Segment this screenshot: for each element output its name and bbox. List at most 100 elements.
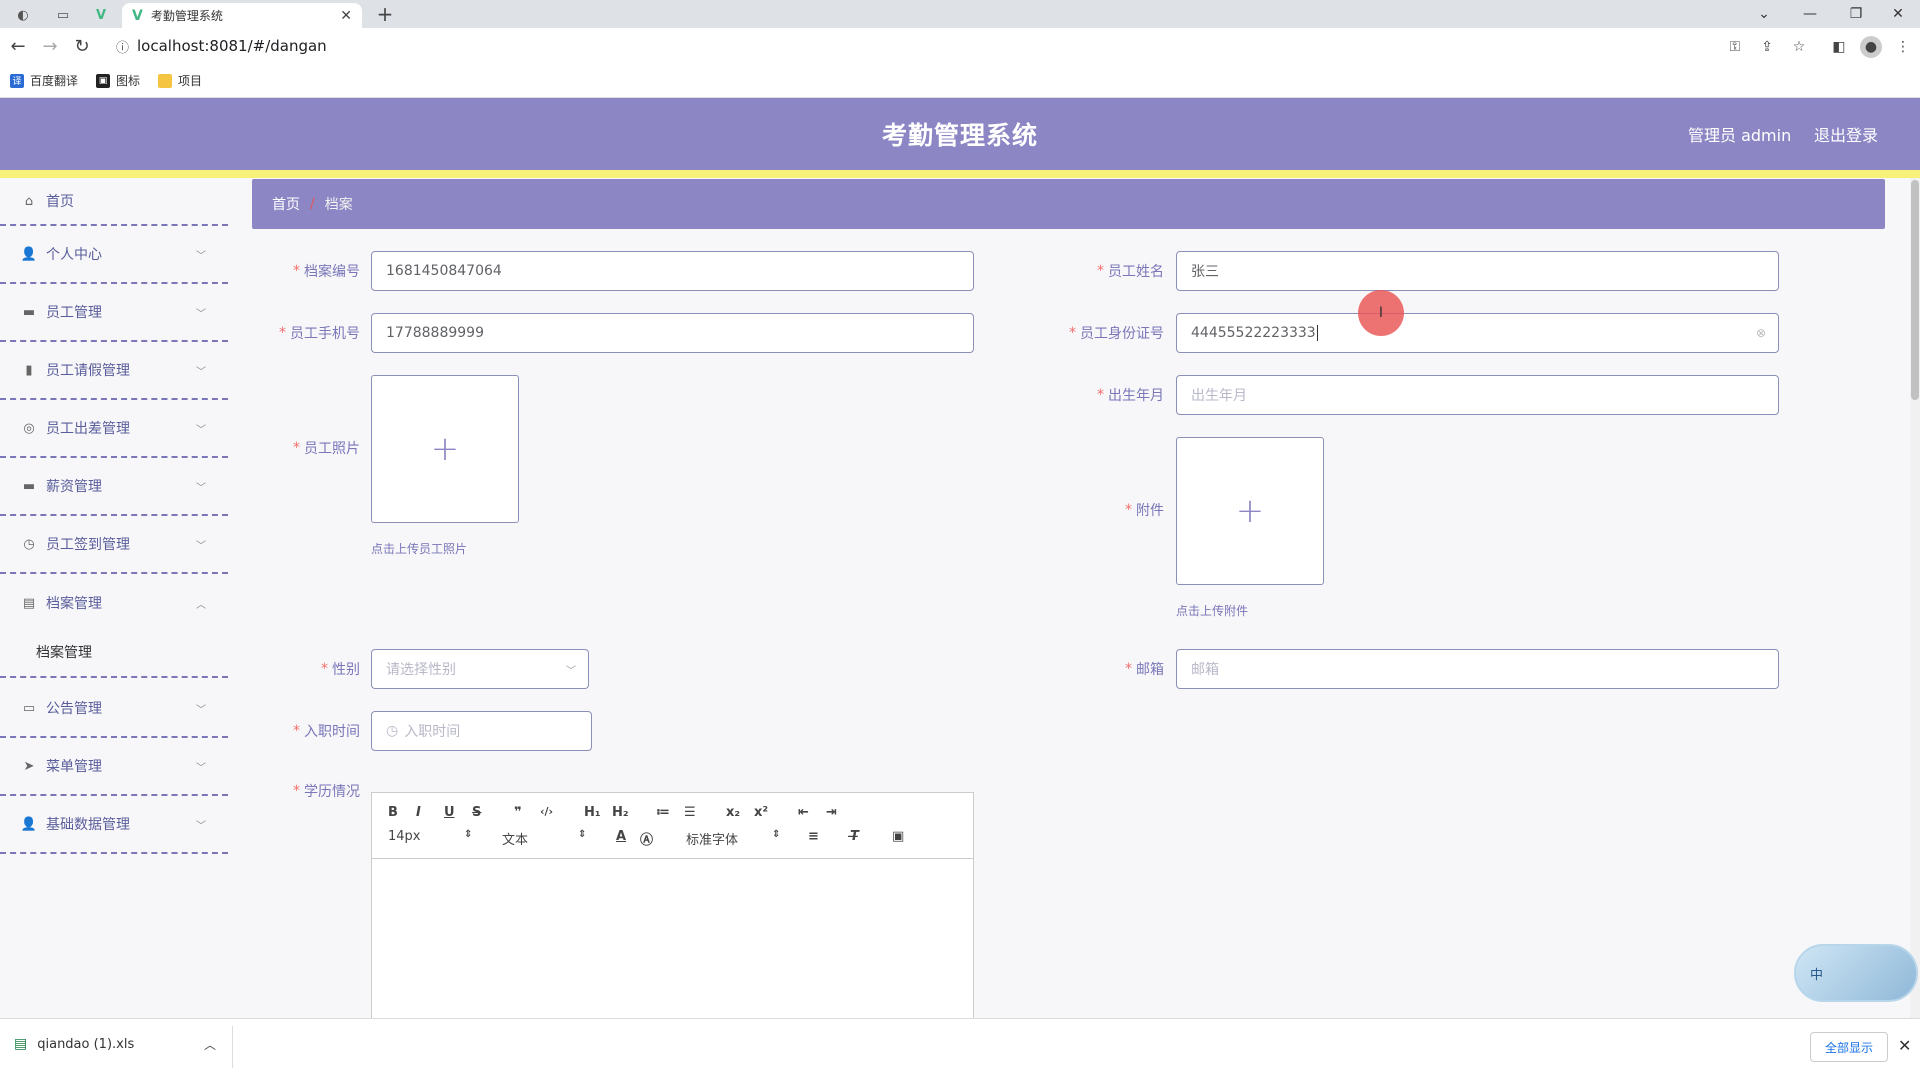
- sidebar-item-label: 菜单管理: [46, 759, 102, 775]
- gender-select[interactable]: 请选择性别 ﹀: [371, 649, 589, 689]
- active-browser-tab[interactable]: V 考勤管理系统 ✕: [122, 3, 362, 28]
- sidebar-item-label: 员工出差管理: [46, 421, 130, 437]
- text-color-button[interactable]: A: [616, 829, 626, 844]
- pinned-tab-icon[interactable]: ▭: [46, 3, 80, 27]
- minimize-button[interactable]: —: [1788, 0, 1832, 28]
- share-icon[interactable]: ⇪: [1756, 36, 1778, 58]
- indent-button[interactable]: ⇥: [826, 805, 837, 820]
- underline-button[interactable]: U: [444, 805, 455, 820]
- breadcrumb-home[interactable]: 首页: [272, 194, 300, 214]
- italic-button[interactable]: I: [416, 805, 421, 820]
- clear-icon[interactable]: ⊗: [1756, 326, 1766, 340]
- sidebar-subitem-archive-management[interactable]: 档案管理: [0, 628, 228, 678]
- tab-search-icon[interactable]: ⌄: [1742, 0, 1786, 28]
- superscript-button[interactable]: x²: [754, 805, 768, 820]
- sidebar-item-base-data[interactable]: 👤 基础数据管理 ﹀: [0, 796, 228, 854]
- info-icon[interactable]: ⓘ: [116, 37, 129, 56]
- sidebar-item-salary[interactable]: ▬ 薪资管理 ﹀: [0, 458, 228, 516]
- sidebar-subitem-label: 档案管理: [36, 645, 92, 661]
- side-panel-icon[interactable]: ◧: [1828, 36, 1850, 58]
- bullet-list-button[interactable]: ☰: [684, 805, 696, 820]
- editor-content-area[interactable]: [372, 859, 973, 1019]
- email-input[interactable]: 邮箱: [1176, 649, 1779, 689]
- show-all-downloads-button[interactable]: 全部显示: [1810, 1032, 1889, 1062]
- profile-avatar[interactable]: ●: [1860, 36, 1882, 58]
- pinned-tab-icon[interactable]: ◐: [6, 3, 40, 27]
- bold-button[interactable]: B: [388, 805, 398, 820]
- plus-icon: +: [430, 429, 460, 469]
- chevron-down-icon: ﹀: [196, 762, 206, 774]
- font-family-select[interactable]: 标准字体: [686, 829, 738, 848]
- url-field[interactable]: ⓘ localhost:8081/#/dangan: [108, 32, 1858, 60]
- employee-phone-input[interactable]: 17788889999: [371, 313, 974, 353]
- sidebar-item-notice[interactable]: ▭ 公告管理 ﹀: [0, 680, 228, 738]
- archive-no-input[interactable]: 1681450847064: [371, 251, 974, 291]
- new-tab-button[interactable]: +: [372, 2, 398, 26]
- background-color-button[interactable]: Ⓐ: [640, 829, 653, 848]
- strike-button[interactable]: S: [472, 805, 481, 820]
- sidebar-item-home[interactable]: ⌂ 首页: [0, 178, 228, 226]
- key-icon[interactable]: ⚿: [1724, 36, 1746, 58]
- education-rich-text-editor[interactable]: B I U S ❞ ‹/› H₁ H₂ ≔ ☰ x₂ x² ⇤ ⇥ 14px ⇕…: [371, 792, 974, 1022]
- attachment-upload[interactable]: +: [1176, 437, 1324, 585]
- ordered-list-button[interactable]: ≔: [656, 805, 670, 820]
- forward-icon[interactable]: →: [38, 34, 62, 58]
- tab-title: 考勤管理系统: [150, 9, 223, 23]
- employee-photo-tip: 点击上传员工照片: [371, 542, 468, 556]
- image-icon: ▣: [96, 73, 111, 88]
- clear-format-button[interactable]: T̶: [850, 829, 859, 844]
- monitor-icon: ▭: [22, 700, 36, 716]
- employee-id-card-input[interactable]: 44455522223333 ⊗: [1176, 313, 1779, 353]
- restore-button[interactable]: ❐: [1834, 0, 1878, 28]
- align-button[interactable]: ≡: [808, 829, 819, 844]
- hire-date-picker[interactable]: ◷ 入职时间: [371, 711, 592, 751]
- close-tab-icon[interactable]: ✕: [340, 8, 352, 24]
- close-window-button[interactable]: ✕: [1876, 0, 1920, 28]
- more-menu-icon[interactable]: ⋮: [1892, 36, 1914, 58]
- font-size-select[interactable]: 14px: [388, 829, 421, 844]
- sidebar-item-checkin[interactable]: ◷ 员工签到管理 ﹀: [0, 516, 228, 574]
- chevron-up-icon: ︿: [196, 599, 206, 611]
- bookmarks-bar: 译 百度翻译 ▣ 图标 项目: [0, 64, 1920, 98]
- blockquote-button[interactable]: ❞: [514, 805, 522, 820]
- bookmark-item[interactable]: 译 百度翻译: [10, 72, 78, 89]
- outdent-button[interactable]: ⇤: [798, 805, 809, 820]
- reload-icon[interactable]: ↻: [70, 34, 94, 58]
- bookmark-label: 图标: [116, 74, 141, 88]
- chevron-up-icon[interactable]: ︿: [204, 1036, 216, 1053]
- heading-select[interactable]: 文本: [502, 829, 528, 848]
- image-insert-button[interactable]: ▣: [892, 829, 904, 844]
- download-divider: [232, 1026, 233, 1068]
- logout-link[interactable]: 退出登录: [1814, 122, 1878, 146]
- bookmark-item[interactable]: ▣ 图标: [96, 72, 140, 89]
- employee-name-input[interactable]: 张三: [1176, 251, 1779, 291]
- attachment-label: * 附件: [1125, 502, 1164, 519]
- employee-photo-upload[interactable]: +: [371, 375, 519, 523]
- sidebar-item-employee[interactable]: ▬ 员工管理 ﹀: [0, 284, 228, 342]
- star-icon[interactable]: ☆: [1788, 36, 1810, 58]
- chevron-down-icon: ﹀: [196, 308, 206, 320]
- ime-mascot-widget[interactable]: 中: [1794, 944, 1918, 1002]
- sidebar-item-menu[interactable]: ➤ 菜单管理 ﹀: [0, 738, 228, 796]
- bookmark-item[interactable]: 项目: [158, 72, 202, 89]
- sidebar-item-archive[interactable]: ▤ 档案管理 ︿: [0, 574, 228, 632]
- close-download-bar-icon[interactable]: ✕: [1898, 1036, 1911, 1055]
- header1-button[interactable]: H₁: [584, 805, 601, 820]
- subscript-button[interactable]: x₂: [726, 805, 740, 820]
- download-item[interactable]: ▤ qiandao (1).xls: [14, 1036, 134, 1052]
- sidebar-item-business-trip[interactable]: ◎ 员工出差管理 ﹀: [0, 400, 228, 458]
- text-caret: [1316, 325, 1318, 341]
- breadcrumb-current: 档案: [324, 197, 353, 213]
- birth-month-input[interactable]: 出生年月: [1176, 375, 1779, 415]
- globe-icon: ◎: [23, 420, 35, 436]
- ime-mode-label: 中: [1810, 967, 1824, 983]
- back-icon[interactable]: ←: [6, 34, 30, 58]
- sidebar-item-label: 员工请假管理: [46, 363, 130, 379]
- scrollbar-thumb[interactable]: [1911, 180, 1919, 400]
- archive-no-label: * 档案编号: [293, 263, 360, 280]
- header2-button[interactable]: H₂: [612, 805, 629, 820]
- sidebar-item-personal-center[interactable]: 👤 个人中心 ﹀: [0, 226, 228, 284]
- sidebar-item-leave[interactable]: ▮ 员工请假管理 ﹀: [0, 342, 228, 400]
- code-block-button[interactable]: ‹/›: [540, 805, 553, 818]
- vue-tab-icon[interactable]: V: [84, 3, 118, 27]
